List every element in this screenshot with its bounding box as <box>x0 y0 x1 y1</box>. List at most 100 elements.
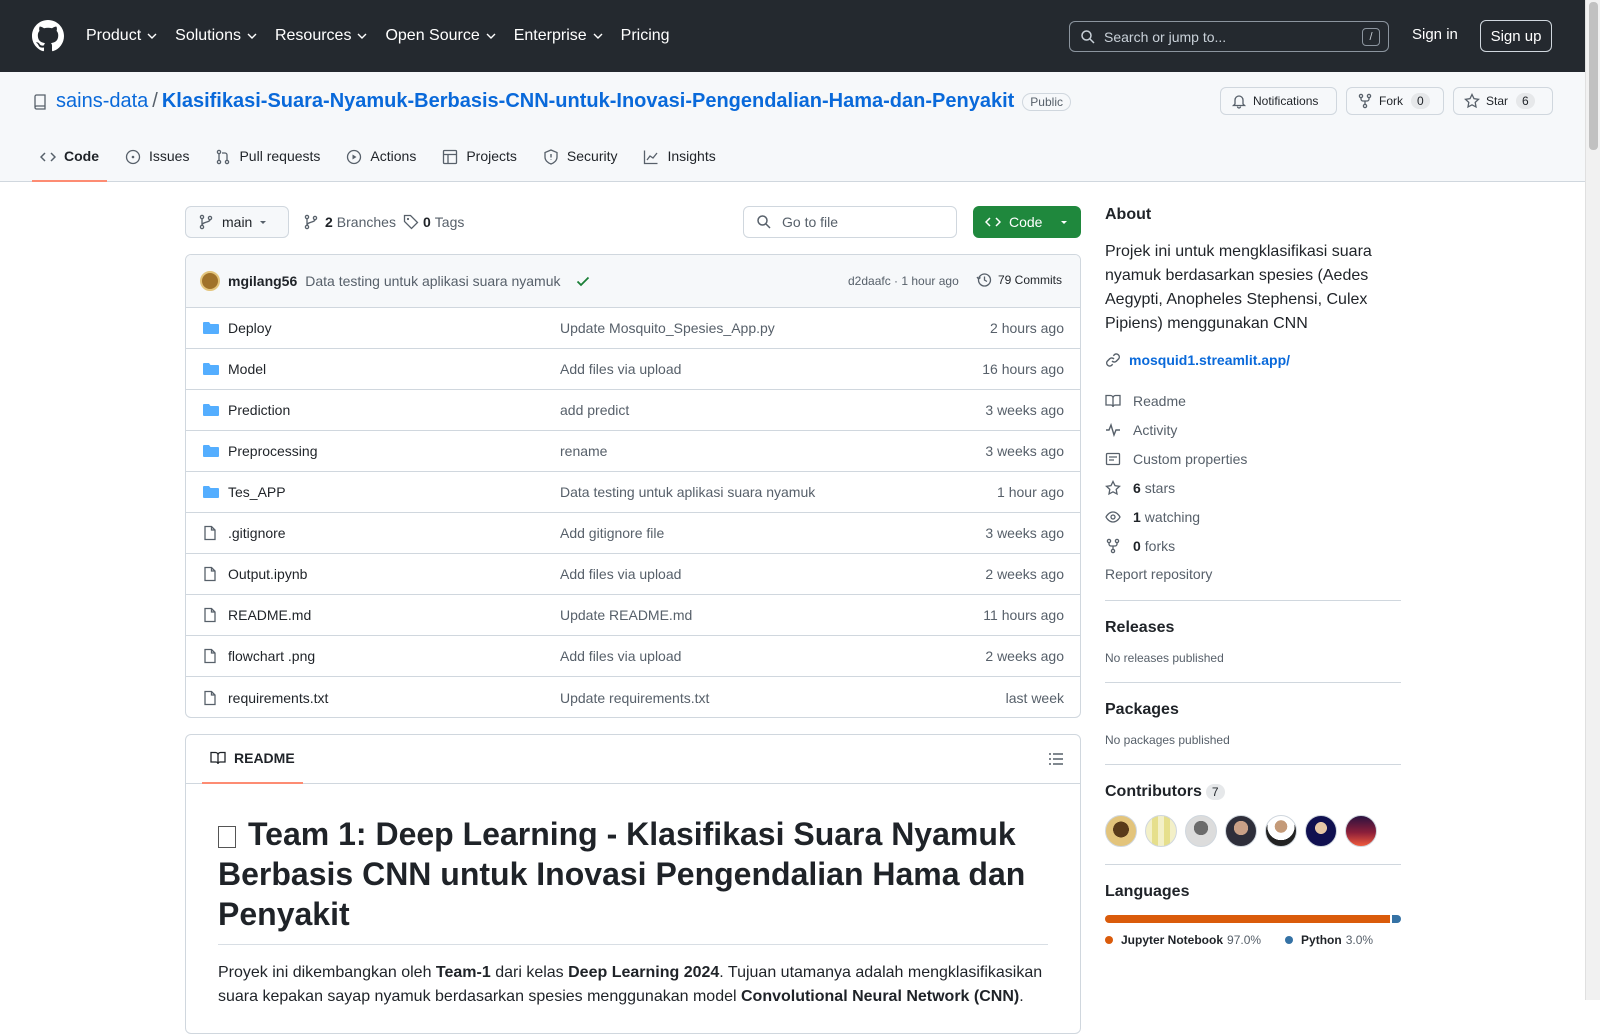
scrollbar-thumb[interactable] <box>1589 2 1598 150</box>
file-commit-message-link[interactable]: Add files via upload <box>560 361 681 377</box>
nav-pricing[interactable]: Pricing <box>621 27 670 45</box>
fork-icon <box>1358 93 1372 109</box>
avatar[interactable] <box>1225 815 1257 847</box>
commit-meta[interactable]: d2daafc · 1 hour ago <box>848 274 959 288</box>
custom-properties-link[interactable]: Custom properties <box>1105 444 1401 473</box>
fork-label: Fork <box>1379 94 1403 108</box>
tab-actions[interactable]: Actions <box>338 144 424 182</box>
table-row[interactable]: requirements.txt Update requirements.txt l… <box>186 677 1080 717</box>
file-name-link[interactable]: Deploy <box>228 320 272 336</box>
nav-open-source[interactable]: Open Source <box>385 27 496 45</box>
language-item[interactable]: Jupyter Notebook 97.0% <box>1105 933 1261 947</box>
stars-link[interactable]: 6 stars <box>1105 473 1401 502</box>
nav-product[interactable]: Product <box>86 27 157 45</box>
avatar[interactable] <box>1265 815 1297 847</box>
table-row[interactable]: Prediction add predict 3 weeks ago <box>186 390 1080 431</box>
commit-author-link[interactable]: mgilang56 <box>228 273 297 289</box>
nav-solutions[interactable]: Solutions <box>175 27 257 45</box>
sign-up-button[interactable]: Sign up <box>1480 20 1552 52</box>
tab-projects[interactable]: Projects <box>434 144 525 182</box>
file-commit-message-link[interactable]: rename <box>560 443 607 459</box>
star-button[interactable]: Star 6 <box>1453 87 1553 115</box>
global-search-input[interactable]: Search or jump to... / <box>1069 21 1389 52</box>
branches-link[interactable]: 2 Branches <box>303 214 396 230</box>
folder-icon-wrap <box>202 443 220 459</box>
repo-owner-link[interactable]: sains-data <box>56 90 148 113</box>
avatar[interactable] <box>1345 815 1377 847</box>
file-commit-message-link[interactable]: Add files via upload <box>560 648 681 664</box>
commits-history-link[interactable]: 79 Commits <box>976 272 1062 288</box>
watching-link[interactable]: 1 watching <box>1105 502 1401 531</box>
table-row[interactable]: flowchart .png Add files via upload 2 week… <box>186 636 1080 677</box>
table-row[interactable]: Deploy Update Mosquito_Spesies_App.py 2 ho… <box>186 308 1080 349</box>
file-name-link[interactable]: Preprocessing <box>228 443 318 459</box>
languages-section: Languages Jupyter Notebook 97.0% Python 3.0… <box>1105 865 1401 964</box>
file-name-link[interactable]: Output.ipynb <box>228 566 307 582</box>
file-commit-message-link[interactable]: Update requirements.txt <box>560 690 709 706</box>
branch-select-button[interactable]: main <box>185 206 289 238</box>
repo-name-link[interactable]: Klasifikasi-Suara-Nyamuk-Berbasis-CNN-un… <box>162 90 1014 113</box>
avatar[interactable] <box>1105 815 1137 847</box>
tags-link[interactable]: 0 Tags <box>403 214 464 230</box>
book-icon <box>210 751 226 765</box>
file-commit-message-link[interactable]: Update Mosquito_Spesies_App.py <box>560 320 775 336</box>
search-placeholder: Search or jump to... <box>1104 28 1227 45</box>
notifications-button[interactable]: Notifications <box>1220 87 1337 115</box>
file-name-link[interactable]: flowchart .png <box>228 648 315 664</box>
check-icon[interactable] <box>575 273 591 289</box>
file-name-link[interactable]: .gitignore <box>228 525 286 541</box>
list-icon[interactable] <box>1048 751 1064 767</box>
homepage-link[interactable]: mosquid1.streamlit.app/ <box>1105 352 1401 368</box>
tab-code[interactable]: Code <box>32 144 107 182</box>
file-commit-message-link[interactable]: Add gitignore file <box>560 525 664 541</box>
code-dropdown-button[interactable]: Code <box>973 206 1081 238</box>
contributors-heading[interactable]: Contributors 7 <box>1105 783 1401 801</box>
packages-heading[interactable]: Packages <box>1105 701 1401 719</box>
issue-icon <box>125 149 141 165</box>
file-commit-message-link[interactable]: Update README.md <box>560 607 692 623</box>
avatar[interactable] <box>1145 815 1177 847</box>
file-name-link[interactable]: Tes_APP <box>228 484 286 500</box>
table-row[interactable]: Output.ipynb Add files via upload 2 weeks … <box>186 554 1080 595</box>
file-name-link[interactable]: Prediction <box>228 402 290 418</box>
file-name-link[interactable]: requirements.txt <box>228 690 328 706</box>
language-item[interactable]: Python 3.0% <box>1285 933 1373 947</box>
avatar[interactable] <box>1185 815 1217 847</box>
forks-link[interactable]: 0 forks <box>1105 531 1401 560</box>
table-row[interactable]: README.md Update README.md 11 hours ago <box>186 595 1080 636</box>
report-repository-link[interactable]: Report repository <box>1105 566 1401 601</box>
table-row[interactable]: Tes_APP Data testing untuk aplikasi suara… <box>186 472 1080 513</box>
file-name-link[interactable]: README.md <box>228 607 311 623</box>
tab-security[interactable]: Security <box>535 144 626 182</box>
tab-issues[interactable]: Issues <box>117 144 197 182</box>
avatar[interactable] <box>200 271 220 291</box>
file-commit-message-link[interactable]: Data testing untuk aplikasi suara nyamuk <box>560 484 815 500</box>
activity-link[interactable]: Activity <box>1105 415 1401 444</box>
anchor-link-icon[interactable] <box>218 825 236 848</box>
releases-heading[interactable]: Releases <box>1105 619 1401 637</box>
homepage-link-text: mosquid1.streamlit.app/ <box>1129 352 1291 368</box>
nav-resources[interactable]: Resources <box>275 27 367 45</box>
file-commit-message-link[interactable]: add predict <box>560 402 629 418</box>
file-icon <box>204 525 216 541</box>
readme-tab[interactable]: README <box>202 735 303 784</box>
table-row[interactable]: Model Add files via upload 16 hours ago <box>186 349 1080 390</box>
tab-insights[interactable]: Insights <box>635 144 723 182</box>
fork-icon <box>1106 538 1120 553</box>
file-commit-message-link[interactable]: Add files via upload <box>560 566 681 582</box>
go-to-file-input[interactable]: Go to file <box>743 206 957 238</box>
github-logo-icon[interactable] <box>32 20 64 52</box>
readme-intro-class: Deep Learning 2024 <box>568 964 720 981</box>
fork-button[interactable]: Fork 0 <box>1346 87 1444 115</box>
nav-resources-label: Resources <box>274 27 352 44</box>
commit-message-link[interactable]: Data testing untuk aplikasi suara nyamuk <box>305 273 560 289</box>
avatar[interactable] <box>1305 815 1337 847</box>
tab-pull-requests[interactable]: Pull requests <box>207 144 328 182</box>
table-row[interactable]: .gitignore Add gitignore file 3 weeks ago <box>186 513 1080 554</box>
nav-enterprise[interactable]: Enterprise <box>514 27 603 45</box>
table-row[interactable]: Preprocessing rename 3 weeks ago <box>186 431 1080 472</box>
page-scrollbar[interactable] <box>1585 0 1600 1000</box>
sign-in-link[interactable]: Sign in <box>1412 26 1458 43</box>
readme-link[interactable]: Readme <box>1105 386 1401 415</box>
file-name-link[interactable]: Model <box>228 361 266 377</box>
